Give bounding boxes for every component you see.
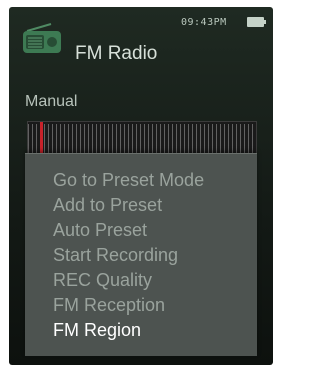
device-screen: 09:43PM FM Radio Manual Go to Preset Mod… xyxy=(9,7,273,365)
menu-item-go-to-preset-mode[interactable]: Go to Preset Mode xyxy=(53,170,204,191)
app-title: FM Radio xyxy=(75,43,158,64)
battery-icon xyxy=(247,17,266,27)
device-bezel: 09:43PM FM Radio Manual Go to Preset Mod… xyxy=(0,0,281,373)
status-time: 09:43PM xyxy=(181,17,227,28)
radio-icon xyxy=(23,23,61,53)
options-menu: Go to Preset Mode Add to Preset Auto Pre… xyxy=(25,153,257,356)
menu-item-add-to-preset[interactable]: Add to Preset xyxy=(53,195,162,216)
menu-item-rec-quality[interactable]: REC Quality xyxy=(53,270,152,291)
menu-item-start-recording[interactable]: Start Recording xyxy=(53,245,178,266)
menu-item-fm-reception[interactable]: FM Reception xyxy=(53,295,165,316)
menu-item-auto-preset[interactable]: Auto Preset xyxy=(53,220,147,241)
menu-item-fm-region[interactable]: FM Region xyxy=(53,320,141,341)
tuning-mode-label: Manual xyxy=(25,93,78,110)
